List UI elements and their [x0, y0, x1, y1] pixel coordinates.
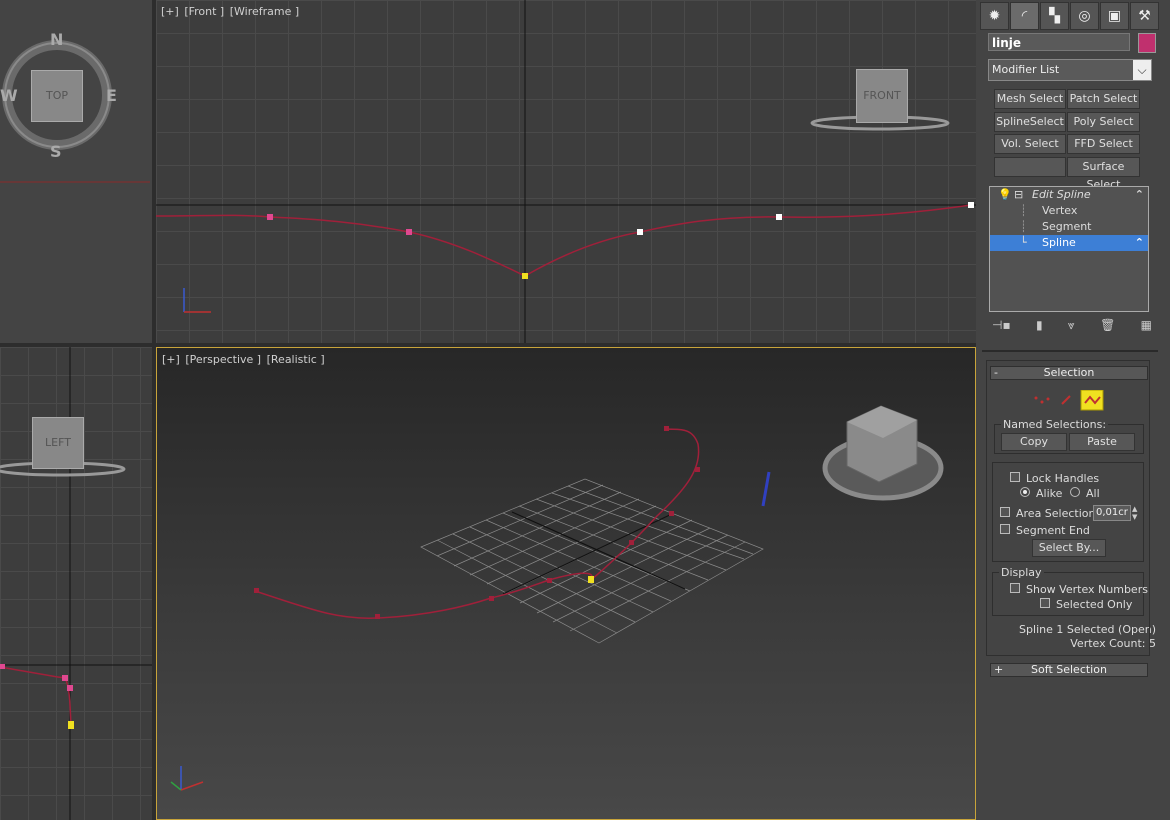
top-cube-face[interactable]: TOP	[31, 70, 83, 122]
chevron-up-icon[interactable]: ⌃	[1135, 235, 1144, 251]
surface-select-button[interactable]: Surface Select	[1067, 157, 1140, 191]
left-viewcube[interactable]: LEFT	[32, 417, 84, 469]
spline-select-button[interactable]: SplineSelect	[994, 112, 1066, 132]
front-vertex-selected	[522, 273, 528, 279]
viewport-front[interactable]: [+] [Front ] [Wireframe ] FRONT	[156, 0, 976, 343]
stack-vertex[interactable]: ┊ Vertex	[990, 203, 1148, 219]
stack-edit-spline[interactable]: 💡 ⊟ Edit Spline ⌃	[990, 187, 1148, 203]
top-viewcube[interactable]	[0, 0, 152, 343]
modify-tab-icon[interactable]: ◜	[1010, 2, 1039, 30]
modifier-stack[interactable]: 💡 ⊟ Edit Spline ⌃ ┊ Vertex ┊ Segment └ S…	[989, 186, 1149, 312]
expand-plus-icon: +	[994, 663, 1004, 676]
ffd-select-button[interactable]: FFD Select	[1067, 134, 1140, 154]
stack-spline-label: Spline	[1042, 236, 1076, 249]
motion-tab-icon[interactable]: ◎	[1070, 2, 1099, 30]
display-tab-icon[interactable]: ▣	[1100, 2, 1129, 30]
stack-modifier-label: Edit Spline	[1032, 188, 1091, 201]
stack-spline[interactable]: └ Spline ⌃	[990, 235, 1148, 251]
mesh-select-button[interactable]: Mesh Select	[994, 89, 1066, 109]
show-end-result-icon[interactable]: ▮	[1036, 318, 1043, 333]
utilities-tab-icon[interactable]: ⚒	[1130, 2, 1159, 30]
command-panel: ✹ ◜ ▚ ◎ ▣ ⚒ linje Modifier List ⌵ Mesh S…	[978, 0, 1170, 820]
hierarchy-tab-icon[interactable]: ▚	[1040, 2, 1069, 30]
compass-west: W	[0, 86, 18, 105]
command-panel-tabs: ✹ ◜ ▚ ◎ ▣ ⚒	[980, 2, 1160, 30]
front-vertex	[776, 214, 782, 220]
collapse-minus-icon[interactable]: ⊟	[1014, 187, 1023, 203]
chevron-up-icon[interactable]: ⌃	[1135, 187, 1144, 203]
front-viewcube[interactable]: FRONT	[856, 69, 908, 123]
front-axis-tripod	[183, 288, 211, 313]
chevron-down-icon[interactable]: ⌵	[1133, 60, 1151, 80]
object-color-swatch[interactable]	[1138, 33, 1156, 53]
selection-rollout-frame	[986, 360, 1150, 656]
viewport-top[interactable]: TOP N S E W	[0, 0, 152, 343]
patch-select-button[interactable]: Patch Select	[1067, 89, 1140, 109]
perspective-axis-tripod	[170, 766, 204, 791]
front-vertex	[267, 214, 273, 220]
stack-segment[interactable]: ┊ Segment	[990, 219, 1148, 235]
viewport-left[interactable]: LEFT	[0, 347, 152, 820]
soft-selection-rollout-header[interactable]: + Soft Selection	[990, 663, 1148, 677]
viewport-perspective[interactable]: [+] [Perspective ] [Realistic ]	[156, 347, 976, 820]
stack-vertex-label: Vertex	[1042, 204, 1078, 217]
front-wireframe-canvas	[156, 0, 976, 343]
front-vertex	[637, 229, 643, 235]
create-tab-icon[interactable]: ✹	[980, 2, 1009, 30]
configure-modifier-sets-icon[interactable]: ▦	[1141, 318, 1152, 333]
perspective-canvas	[170, 405, 944, 791]
home-grid	[420, 478, 764, 644]
poly-select-button[interactable]: Poly Select	[1067, 112, 1140, 132]
compass-east: E	[106, 86, 117, 105]
soft-selection-rollout-title: Soft Selection	[1031, 663, 1107, 676]
modifier-list-label: Modifier List	[992, 63, 1060, 76]
vol-select-button[interactable]: Vol. Select	[994, 134, 1066, 154]
stack-segment-label: Segment	[1042, 220, 1092, 233]
make-unique-icon[interactable]: ⩔	[1068, 318, 1075, 333]
lightbulb-icon[interactable]: 💡	[998, 187, 1012, 203]
front-vertex	[406, 229, 412, 235]
stack-toolbar: ⊣▪ ▮ ⩔ 🗑 ▦	[992, 318, 1152, 333]
compass-south: S	[50, 142, 62, 161]
object-name-field[interactable]: linje	[988, 33, 1130, 51]
remove-modifier-icon[interactable]: 🗑	[1100, 318, 1115, 333]
front-vertex	[968, 202, 974, 208]
pin-stack-icon[interactable]: ⊣▪	[992, 318, 1011, 333]
compass-north: N	[50, 30, 64, 49]
modifier-list-dropdown[interactable]: Modifier List ⌵	[988, 59, 1152, 81]
divider	[982, 350, 1158, 352]
empty-modifier-button[interactable]	[994, 157, 1066, 177]
